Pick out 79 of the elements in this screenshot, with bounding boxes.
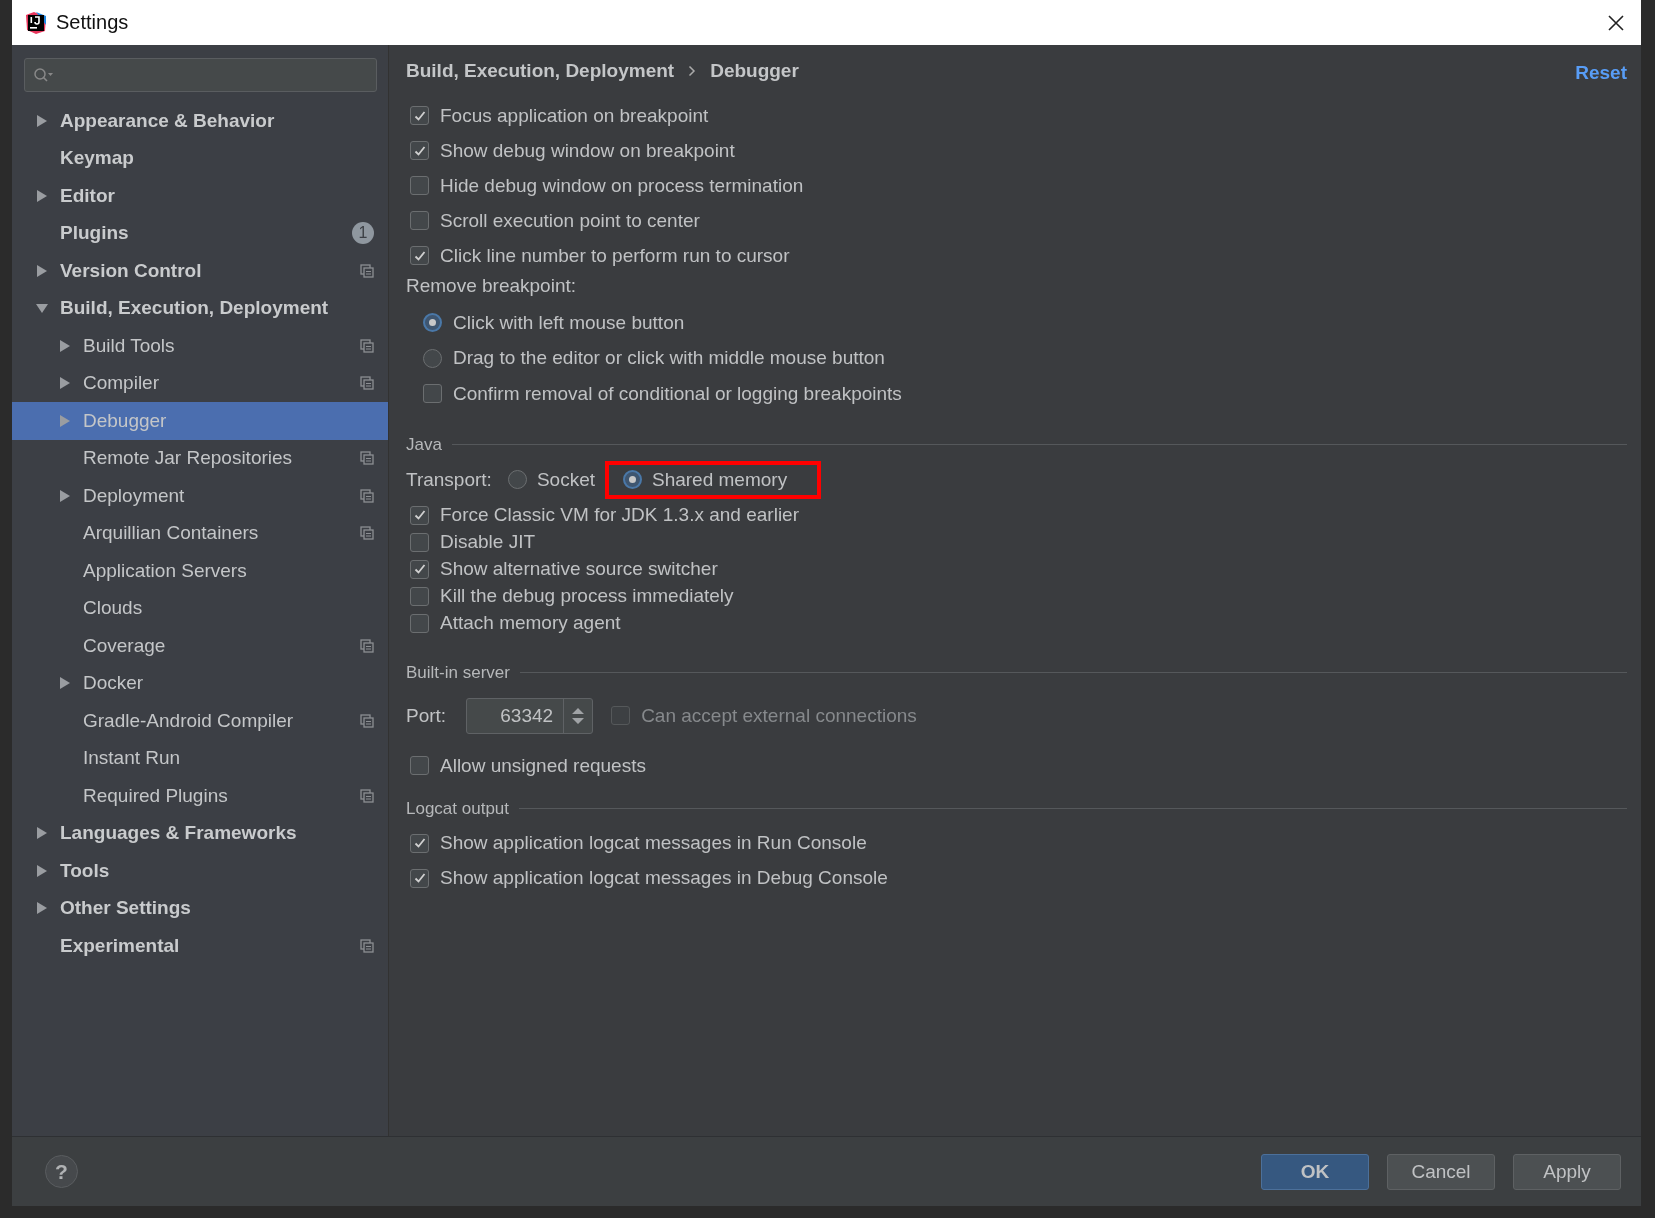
ok-button[interactable]: OK	[1261, 1153, 1369, 1190]
app-logo-icon	[24, 10, 48, 35]
checkmark-icon	[412, 836, 427, 850]
sidebar-item[interactable]: Arquillian Containers	[12, 514, 388, 552]
sidebar-item[interactable]: Appearance & Behavior	[12, 102, 388, 140]
sidebar-item[interactable]: Deployment	[12, 477, 388, 515]
caret-right-icon[interactable]	[36, 863, 48, 878]
radio-button[interactable]: Socket	[507, 468, 595, 491]
sidebar-item[interactable]: Keymap	[12, 139, 388, 177]
sidebar-item[interactable]: Remote Jar Repositories	[12, 439, 388, 477]
section-label: Remove breakpoint:	[406, 275, 578, 298]
search-icon	[33, 67, 55, 83]
checkbox[interactable]: Show alternative source switcher	[406, 555, 1627, 583]
sidebar-item[interactable]: Plugins 1	[12, 214, 388, 252]
help-button[interactable]: ?	[45, 1155, 78, 1188]
radio-button[interactable]: Drag to the editor or click with middle mouse button	[406, 340, 1627, 376]
caret-right-icon[interactable]	[36, 188, 48, 203]
checkbox[interactable]: Force Classic VM for JDK 1.3.x and earlier	[406, 501, 1627, 529]
caret-right-icon[interactable]	[59, 376, 71, 391]
window-title: Settings	[56, 11, 130, 34]
caret-right-icon[interactable]	[59, 338, 71, 353]
sidebar-item[interactable]: Compiler	[12, 364, 388, 402]
checkbox[interactable]: Disable JIT	[406, 528, 1627, 556]
section-title: Built-in server	[406, 662, 510, 683]
caret-right-icon[interactable]	[59, 676, 71, 691]
checkbox[interactable]: Show application logcat messages in Run Console	[406, 825, 1627, 861]
caret-right-icon[interactable]	[36, 826, 48, 841]
checkbox[interactable]: Show debug window on breakpoint	[406, 133, 1627, 168]
radio-icon[interactable]	[623, 470, 642, 489]
sidebar-item[interactable]: Build, Execution, Deployment	[12, 289, 388, 327]
chevron-right-icon	[688, 65, 697, 77]
checkbox[interactable]: Scroll execution point to center	[406, 203, 1627, 238]
port-spinner[interactable]: 63342	[466, 697, 594, 734]
caret-right-icon[interactable]	[36, 263, 48, 278]
radio-icon[interactable]	[507, 470, 527, 489]
count-badge: 1	[352, 222, 374, 245]
close-icon[interactable]	[1607, 13, 1625, 32]
search-field[interactable]	[24, 58, 377, 92]
sidebar-item[interactable]: Gradle-Android Compiler	[12, 702, 388, 740]
sidebar-item[interactable]: Languages & Frameworks	[12, 814, 388, 852]
sidebar-item[interactable]: Docker	[12, 664, 388, 702]
radio-icon[interactable]	[423, 348, 442, 368]
section-title: Logcat output	[406, 798, 510, 819]
breadcrumb-item: Debugger	[710, 60, 799, 82]
sidebar-item[interactable]: Version Control	[12, 252, 388, 290]
dialog-button[interactable]: Cancel	[1387, 1153, 1495, 1190]
reset-link[interactable]: Reset	[1575, 62, 1627, 84]
checkmark-icon	[412, 562, 427, 576]
sidebar-item[interactable]: Other Settings	[12, 889, 388, 927]
sidebar-item[interactable]: Build Tools	[12, 327, 388, 365]
checkbox[interactable]: Hide debug window on process termination	[406, 168, 1627, 203]
breadcrumb-item: Build, Execution, Deployment	[406, 60, 675, 82]
port-label: Port:	[406, 704, 447, 727]
checkbox[interactable]: Focus application on breakpoint	[406, 98, 1627, 133]
caret-right-icon[interactable]	[36, 113, 48, 128]
checkbox[interactable]: Attach memory agent	[406, 609, 1627, 637]
sidebar-item[interactable]: Clouds	[12, 589, 388, 627]
checkbox[interactable]: Allow unsigned requests	[406, 744, 1627, 787]
radio-button[interactable]: Shared memory	[623, 468, 788, 491]
radio-button[interactable]: Click with left mouse button	[406, 305, 1627, 341]
radio-icon[interactable]	[423, 313, 442, 333]
sidebar-item[interactable]: Coverage	[12, 627, 388, 665]
caret-right-icon[interactable]	[36, 901, 48, 916]
sidebar-item[interactable]: Required Plugins	[12, 777, 388, 815]
dialog-button[interactable]: Apply	[1513, 1153, 1621, 1190]
checkbox[interactable]: Confirm removal of conditional or logging breakpoints	[406, 376, 1627, 412]
caret-right-icon[interactable]	[59, 488, 71, 503]
sidebar-item[interactable]: Experimental	[12, 927, 388, 965]
checkbox[interactable]: Show application logcat messages in Debug Console	[406, 860, 1627, 896]
transport-label: Transport:	[406, 468, 492, 491]
sidebar-item[interactable]: Instant Run	[12, 739, 388, 777]
checkbox[interactable]: Kill the debug process immediately	[406, 582, 1627, 610]
checkmark-icon	[412, 871, 427, 885]
checkbox[interactable]: Click line number to perform run to cursor	[406, 238, 1627, 273]
section-title: Java	[406, 434, 442, 455]
checkmark-icon	[412, 508, 427, 522]
sidebar-item[interactable]: Tools	[12, 852, 388, 890]
sidebar-item[interactable]: Editor	[12, 177, 388, 215]
sidebar-item[interactable]: Application Servers	[12, 552, 388, 590]
